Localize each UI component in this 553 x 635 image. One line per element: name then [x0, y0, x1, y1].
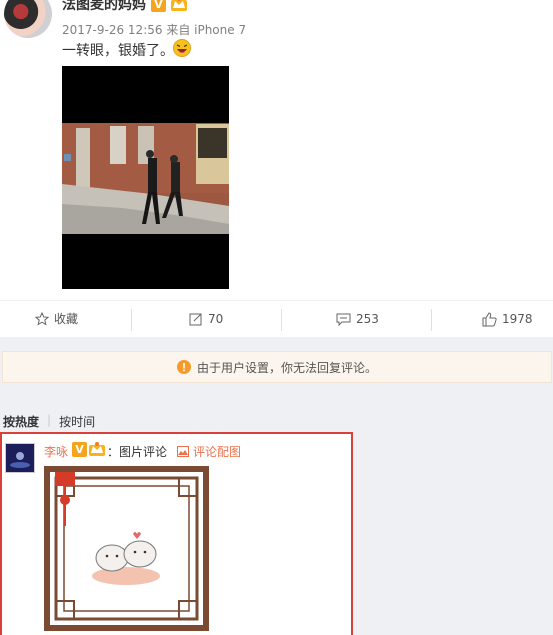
action-divider — [131, 309, 132, 331]
cartoon-cats-image — [50, 472, 203, 625]
comment-button[interactable]: 253 — [336, 301, 379, 337]
verified-badge-icon: V — [151, 0, 166, 12]
comment-count: 253 — [356, 312, 379, 326]
favorite-label: 收藏 — [54, 312, 79, 326]
repost-count: 70 — [208, 312, 224, 326]
reply-restriction-notice: 由于用户设置，你无法回复评论。 — [2, 351, 552, 383]
action-divider — [431, 309, 432, 331]
star-icon — [35, 312, 49, 326]
author-name[interactable]: 法图麦的妈妈 — [62, 0, 146, 14]
comment-text: ：图片评论 — [107, 445, 168, 459]
action-divider — [281, 309, 282, 331]
post-action-bar: 收藏 70 253 1978 — [0, 300, 553, 337]
weibo-post: 法图麦的妈妈 V 2017-9-26 12:56 来自 iPhone 7 一转眼… — [0, 0, 553, 337]
comment-icon — [336, 313, 351, 326]
post-text: 一转眼，银婚了。 — [62, 43, 174, 59]
sort-by-time-tab[interactable]: 按时间 — [59, 413, 95, 430]
post-photo[interactable] — [62, 66, 229, 289]
comment-sort-tabs: 按热度 | 按时间 — [3, 413, 95, 430]
repost-button[interactable]: 70 — [189, 301, 223, 337]
repost-icon — [189, 313, 202, 326]
comment-image-link[interactable]: 评论配图 — [177, 443, 241, 460]
favorite-button[interactable]: 收藏 — [35, 301, 78, 337]
warning-icon — [176, 360, 191, 374]
comment-image[interactable] — [44, 466, 209, 631]
author-avatar[interactable] — [4, 0, 52, 38]
laughing-emoji-icon — [173, 39, 191, 57]
like-count: 1978 — [502, 312, 533, 326]
commenter-name[interactable]: 李咏 — [44, 443, 68, 460]
post-meta: 2017-9-26 12:56 来自 iPhone 7 — [62, 23, 247, 37]
street-photo-image — [62, 123, 229, 234]
notice-text: 由于用户设置，你无法回复评论。 — [196, 360, 377, 375]
vip-crown-icon — [171, 0, 187, 11]
sort-divider: | — [47, 413, 52, 427]
commenter-avatar-image — [6, 444, 34, 472]
sort-by-hot-tab[interactable]: 按热度 — [3, 413, 39, 430]
comment-image-link-label: 评论配图 — [193, 445, 242, 459]
thumbs-up-icon — [482, 311, 497, 326]
verified-badge-icon: V — [72, 442, 87, 457]
comment-item: 李咏 V ：图片评论 评论配图 — [0, 432, 353, 635]
vip-crown-icon — [89, 442, 105, 456]
image-icon — [177, 446, 189, 457]
commenter-avatar[interactable] — [5, 443, 35, 473]
like-button[interactable]: 1978 — [482, 301, 533, 337]
